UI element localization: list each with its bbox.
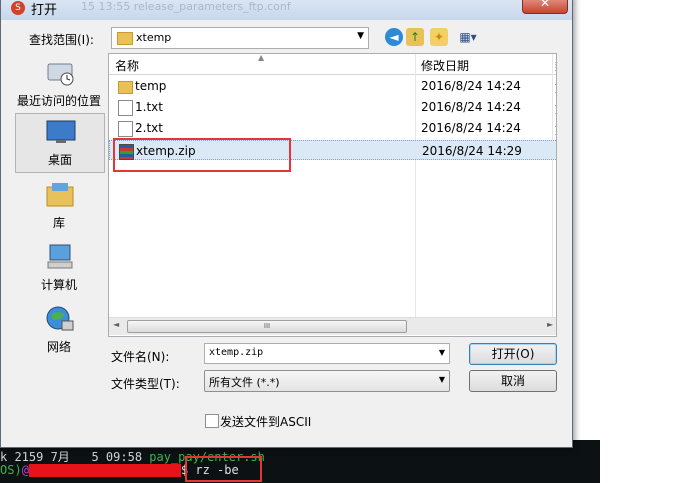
app-icon: S [11, 1, 25, 15]
column-name[interactable]: 名称 [115, 57, 139, 74]
file-name: 1.txt [135, 100, 163, 114]
close-button[interactable]: ✕ [522, 0, 568, 14]
filename-combo[interactable]: xtemp.zip ▼ [204, 343, 450, 364]
place-libraries[interactable]: 库 [15, 177, 103, 235]
ascii-checkbox[interactable] [205, 414, 219, 428]
desktop-icon [46, 120, 76, 143]
place-label: 网络 [46, 340, 71, 354]
chevron-down-icon: ▼ [438, 375, 445, 384]
file-row[interactable]: temp 2016/8/24 14:24 文 [109, 76, 556, 96]
column-date-modified[interactable]: 修改日期 [421, 57, 469, 74]
folder-icon [118, 81, 133, 94]
terminal-prompt-at: @ [21, 463, 29, 477]
filetype-label: 文件类型(T): [111, 377, 180, 391]
file-row[interactable]: 2.txt 2016/8/24 14:24 文 [109, 118, 556, 138]
filetype-value: 所有文件 (*.*) [209, 376, 280, 389]
ascii-checkbox-label[interactable]: 发送文件到ASCII [220, 413, 311, 430]
place-label: 最近访问的位置 [16, 94, 101, 108]
horizontal-scrollbar[interactable]: ◄ III ► [109, 317, 556, 335]
file-date: 2016/8/24 14:24 [421, 79, 521, 93]
file-type-partial: 文 [555, 100, 556, 117]
open-file-dialog: S 打开 15 13:55 release_parameters_ftp.con… [0, 0, 573, 448]
place-network[interactable]: 网络 [15, 301, 103, 359]
place-label: 库 [52, 216, 65, 230]
file-date: 2016/8/24 14:24 [421, 121, 521, 135]
file-type-partial: 文 [555, 121, 556, 138]
cancel-button[interactable]: 取消 [469, 370, 557, 392]
chevron-down-icon: ▼ [357, 31, 364, 41]
open-button[interactable]: 打开(O) [469, 343, 557, 365]
background-window-title: 15 13:55 release_parameters_ftp.conf [81, 0, 291, 13]
filetype-dropdown[interactable]: 所有文件 (*.*) ▼ [204, 370, 450, 392]
redacted-hostname [28, 464, 181, 477]
scroll-left-icon[interactable]: ◄ [113, 320, 119, 329]
file-list[interactable]: ▲ 名称 修改日期 類 temp 2016/8/24 14:24 文 1.txt… [108, 53, 557, 337]
look-in-value: xtemp [136, 31, 172, 44]
place-desktop[interactable]: 桌面 [15, 113, 105, 173]
command-highlight-box [185, 456, 262, 482]
new-folder-icon[interactable]: ✦ [430, 28, 448, 46]
libraries-icon [46, 183, 74, 207]
back-icon[interactable]: ◄ [385, 28, 403, 46]
scroll-right-icon[interactable]: ► [547, 320, 553, 329]
sort-arrow-icon: ▲ [258, 53, 265, 62]
look-in-label: 查找范围(I): [29, 33, 94, 47]
computer-icon [47, 244, 73, 269]
dialog-title: 打开 [31, 3, 58, 18]
file-row[interactable]: 1.txt 2016/8/24 14:24 文 [109, 97, 556, 117]
up-folder-icon[interactable]: ↑ [406, 28, 424, 46]
place-label: 计算机 [40, 278, 77, 292]
column-header: ▲ 名称 修改日期 類 [109, 53, 556, 75]
recent-places-icon [47, 63, 74, 86]
text-file-icon [118, 121, 133, 137]
file-type-partial: W [556, 144, 557, 158]
places-bar: 最近访问的位置 桌面 库 计算机 网络 [11, 51, 107, 435]
terminal-listing-text: k 2159 7月 5 09:58 [0, 450, 150, 464]
place-recent[interactable]: 最近访问的位置 [15, 55, 103, 113]
file-name: 2.txt [135, 121, 163, 135]
text-file-icon [118, 100, 133, 116]
place-label: 桌面 [47, 153, 72, 167]
place-computer[interactable]: 计算机 [15, 239, 103, 297]
title-bar[interactable]: S 打开 15 13:55 release_parameters_ftp.con… [1, 0, 572, 20]
terminal-prompt-host: OS) [0, 463, 22, 477]
views-icon[interactable]: ▦▾ [454, 28, 482, 46]
scrollbar-thumb[interactable]: III [127, 320, 407, 333]
look-in-dropdown[interactable]: xtemp ▼ [111, 27, 369, 49]
file-name: temp [135, 79, 167, 93]
column-type-partial[interactable]: 類 [555, 57, 556, 74]
file-date: 2016/8/24 14:29 [422, 144, 522, 158]
selection-highlight-box [113, 138, 291, 172]
chevron-down-icon[interactable]: ▼ [439, 348, 445, 357]
filename-label: 文件名(N): [111, 350, 170, 364]
filename-value[interactable]: xtemp.zip [209, 347, 263, 358]
file-type-partial: 文 [555, 79, 556, 96]
network-icon [46, 306, 74, 331]
file-date: 2016/8/24 14:24 [421, 100, 521, 114]
folder-icon [117, 32, 133, 45]
